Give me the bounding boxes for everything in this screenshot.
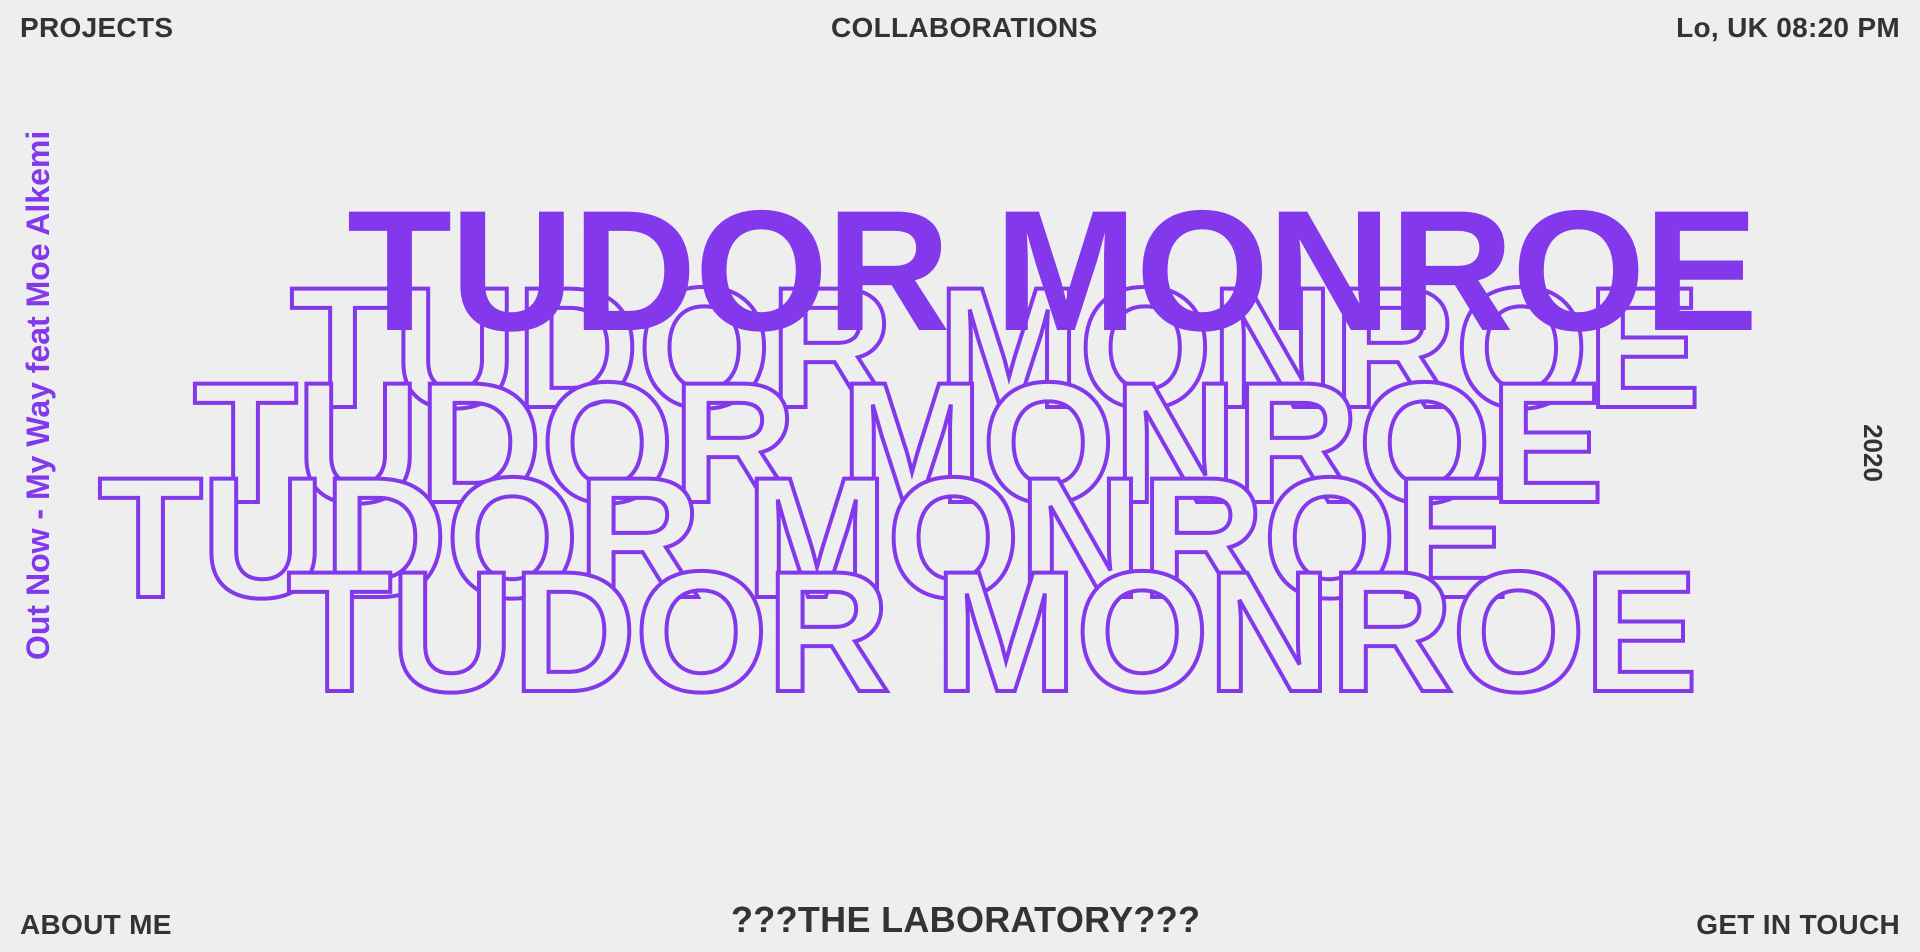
year-label: 2020 bbox=[1858, 424, 1889, 482]
hero-title: TUDOR MONROE bbox=[347, 175, 1758, 367]
nav-collaborations-link[interactable]: COLLABORATIONS bbox=[831, 14, 1098, 42]
announcement-link[interactable]: Out Now - My Way feat Moe Alkemi bbox=[20, 131, 56, 660]
nav-laboratory-link[interactable]: ???THE LABORATORY??? bbox=[731, 902, 1200, 938]
nav-about-link[interactable]: ABOUT ME bbox=[20, 911, 172, 939]
nav-projects-link[interactable]: PROJECTS bbox=[20, 14, 173, 42]
announcement-ticker: Out Now - My Way feat Moe Alkemi bbox=[20, 86, 60, 660]
hero-title-outline-4: TUDOR MONROE bbox=[285, 536, 1700, 728]
page: PROJECTS COLLABORATIONS Lo, UK 08:20 PM … bbox=[0, 0, 1920, 952]
nav-contact-link[interactable]: GET IN TOUCH bbox=[1696, 911, 1900, 939]
location-time: Lo, UK 08:20 PM bbox=[1676, 12, 1900, 43]
